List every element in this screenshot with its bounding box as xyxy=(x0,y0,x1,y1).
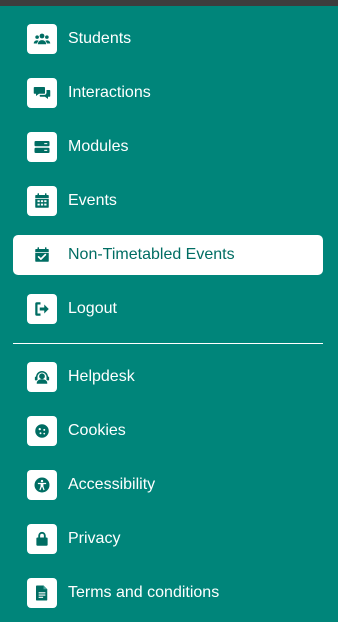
calendar-check-icon xyxy=(27,240,57,270)
sidebar-item-events[interactable]: Events xyxy=(13,181,323,221)
sidebar-item-label: Events xyxy=(68,192,117,209)
accessibility-icon xyxy=(27,470,57,500)
sidebar-item-interactions[interactable]: Interactions xyxy=(13,73,323,113)
sidebar-item-terms-and-conditions[interactable]: Terms and conditions xyxy=(13,573,323,613)
calendar-icon xyxy=(27,186,57,216)
sidebar-item-non-timetabled-events[interactable]: Non-Timetabled Events xyxy=(13,235,323,275)
sidebar-item-students[interactable]: Students xyxy=(13,19,323,59)
sidebar-item-logout[interactable]: Logout xyxy=(13,289,323,329)
lock-icon xyxy=(27,524,57,554)
sidebar-item-label: Accessibility xyxy=(68,476,156,493)
sidebar-item-modules[interactable]: Modules xyxy=(13,127,323,167)
sidebar-item-helpdesk[interactable]: Helpdesk xyxy=(13,357,323,397)
sidebar-item-label: Cookies xyxy=(68,422,126,439)
chat-bubbles-icon xyxy=(27,78,57,108)
sidebar-item-label: Privacy xyxy=(68,530,121,547)
server-icon xyxy=(27,132,57,162)
sidebar-item-accessibility[interactable]: Accessibility xyxy=(13,465,323,505)
sidebar-item-label: Non-Timetabled Events xyxy=(68,246,235,263)
sidebar-item-label: Students xyxy=(68,30,132,47)
logout-icon xyxy=(27,294,57,324)
sidebar-item-cookies[interactable]: Cookies xyxy=(13,411,323,451)
users-icon xyxy=(27,24,57,54)
menu-divider xyxy=(13,343,323,344)
top-bar xyxy=(0,0,338,6)
sidebar-item-label: Modules xyxy=(68,138,129,155)
document-icon xyxy=(27,578,57,608)
sidebar-item-privacy[interactable]: Privacy xyxy=(13,519,323,559)
cookie-icon xyxy=(27,416,57,446)
sidebar-item-label: Interactions xyxy=(68,84,151,101)
headset-icon xyxy=(27,362,57,392)
sidebar-item-label: Logout xyxy=(68,300,117,317)
sidebar-item-label: Helpdesk xyxy=(68,368,135,385)
sidebar-item-label: Terms and conditions xyxy=(68,584,220,601)
